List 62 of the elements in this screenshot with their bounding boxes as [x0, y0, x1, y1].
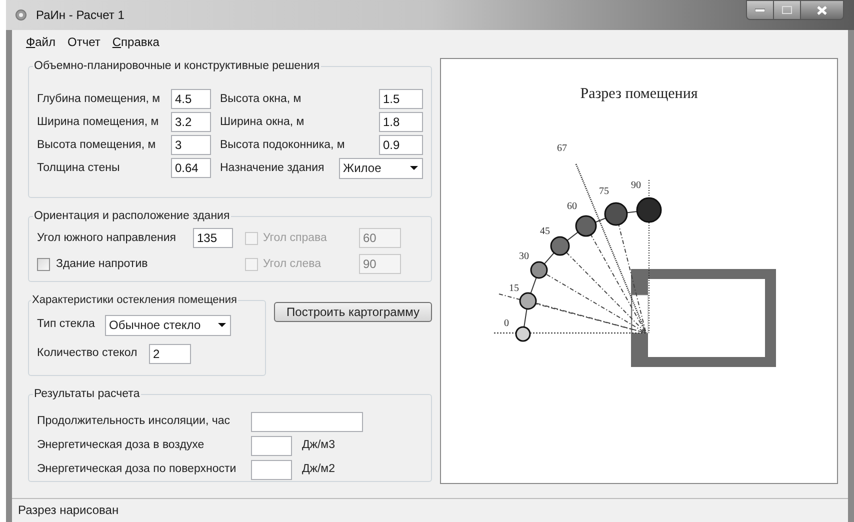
angle-label: 15 [509, 283, 519, 294]
angle-label: 45 [540, 226, 550, 237]
close-button[interactable] [800, 0, 844, 20]
text-field[interactable]: 2 [149, 344, 191, 364]
text-field[interactable]: 3.2 [171, 112, 211, 132]
status-text: Разрез нарисован [18, 502, 119, 518]
diagram-title: Разрез помещения [579, 85, 699, 104]
text-field[interactable] [251, 412, 363, 432]
dropdown[interactable]: Жилое [339, 158, 423, 179]
field-label: Высота помещения, м [37, 138, 157, 153]
menu-item[interactable]: Файл [22, 33, 60, 51]
dropdown[interactable]: Обычное стекло [105, 314, 231, 336]
text-field[interactable]: 1.5 [379, 89, 423, 110]
angle-label: 67 [557, 143, 567, 154]
group-title: Характеристики остекления помещения [31, 293, 238, 308]
angle-label: 75 [599, 186, 609, 197]
angle-label: 90 [631, 180, 641, 191]
group-title: Объемно-планировочные и конструктивные решения [33, 59, 321, 74]
unit-label: Дж/м2 [302, 462, 335, 478]
field-label: Угол южного направления [37, 230, 177, 246]
angle-label: 60 [567, 201, 577, 212]
field-label: Тип стекла [37, 317, 96, 332]
text-field[interactable]: 0.9 [379, 135, 423, 156]
window-title: РаИн - Расчет 1 [36, 7, 124, 24]
text-field[interactable]: 4.5 [171, 89, 211, 110]
field-label: Энергетическая доза по поверхности [37, 462, 238, 478]
group-title: Ориентация и расположение здания [33, 209, 231, 224]
menu-item[interactable]: Отчет [64, 33, 104, 51]
angle-label: 30 [519, 251, 529, 262]
field-label: Продолжительность инсоляции, час [37, 414, 231, 430]
close-icon [817, 6, 827, 14]
minimize-icon [755, 8, 765, 12]
minimize-button[interactable] [746, 0, 774, 20]
checkbox[interactable] [37, 258, 50, 271]
dropdown-arrow-icon [410, 166, 418, 170]
field-label: Высота окна, м [220, 92, 302, 107]
maximize-button[interactable] [774, 0, 800, 20]
field-label: Назначение здания [220, 160, 326, 176]
dropdown-arrow-icon [218, 323, 226, 327]
field-label: Толщина стены [37, 160, 121, 176]
checkbox-label: Угол слева [263, 256, 322, 272]
checkbox-label: Угол справа [263, 230, 328, 246]
field-label: Высота подоконника, м [220, 138, 346, 153]
menu-item[interactable]: Справка [108, 33, 164, 51]
build-button[interactable]: Построить картограмму [274, 302, 432, 322]
field-label: Глубина помещения, м [37, 92, 162, 107]
group-title: Результаты расчета [33, 387, 141, 402]
unit-label: Дж/м3 [302, 438, 335, 454]
field-label: Энергетическая доза в воздухе [37, 438, 206, 454]
maximize-icon [782, 6, 792, 14]
text-field[interactable]: 0.64 [171, 158, 211, 178]
app-icon [14, 8, 28, 22]
field-label: Ширина окна, м [220, 114, 306, 130]
angle-label: 0 [504, 318, 509, 329]
text-field[interactable] [251, 436, 292, 456]
text-field[interactable]: 135 [193, 228, 233, 248]
field-label: Количество стекол [37, 346, 138, 361]
text-field[interactable]: 1.8 [379, 112, 423, 132]
text-field[interactable]: 3 [171, 135, 211, 156]
checkbox-label: Здание напротив [56, 256, 148, 272]
text-field[interactable] [251, 460, 292, 480]
field-label: Ширина помещения, м [37, 114, 160, 130]
